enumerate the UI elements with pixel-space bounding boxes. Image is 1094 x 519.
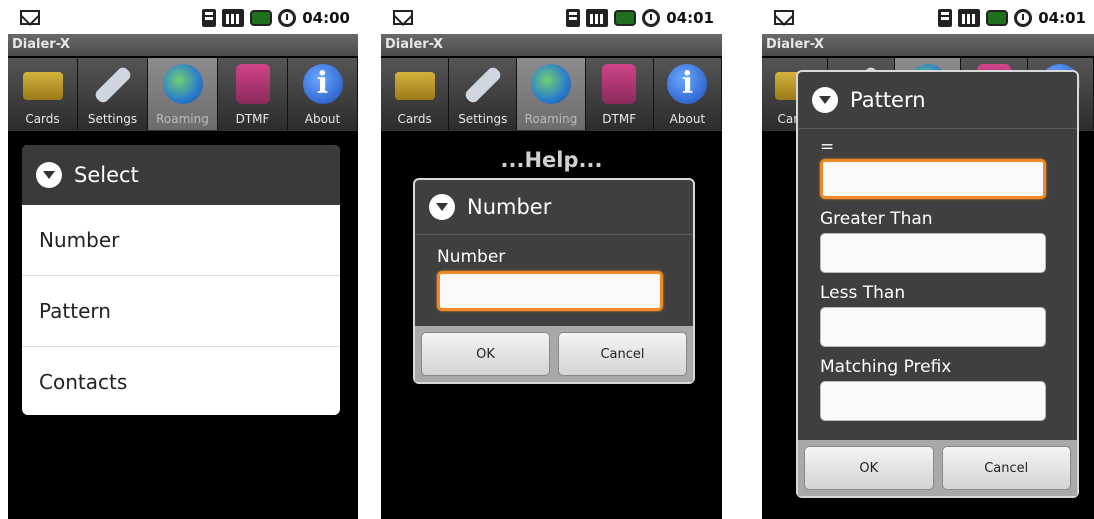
cancel-button[interactable]: Cancel [558,332,687,376]
cancel-button[interactable]: Cancel [941,446,1071,490]
clock: 04:00 [302,9,350,27]
dropdown-icon [36,162,62,188]
dialog-title: Number [467,195,552,219]
button-bar: OK Cancel [415,326,693,382]
greater-than-input[interactable] [820,233,1046,273]
dialog-title: Pattern [850,88,926,112]
globe-icon [531,64,571,104]
pattern-dialog: Pattern = Greater Than Less Than Matchin… [796,70,1079,498]
number-input[interactable] [437,271,663,311]
alarm-icon [642,9,661,27]
phone-screen-number: 04:01 Dialer-X Cards Settings Roaming DT… [381,0,722,519]
status-bar: 04:01 [381,0,722,34]
button-bar: OK Cancel [798,440,1077,496]
music-note-icon [235,64,270,104]
app-title: Dialer-X [8,34,358,56]
clock: 04:01 [666,9,714,27]
matching-prefix-input[interactable] [820,381,1046,421]
tab-bar: Cards Settings Roaming DTMF iAbout [8,58,358,131]
cell-bars-icon [222,9,245,27]
signal-icon [938,9,953,27]
gmail-icon [774,10,794,25]
tab-settings[interactable]: Settings [78,58,148,130]
equals-input[interactable] [820,159,1046,199]
tab-settings[interactable]: Settings [449,58,518,130]
option-contacts[interactable]: Contacts [22,347,340,415]
signal-icon [566,9,581,27]
info-icon: i [302,64,343,104]
field-label-less-than: Less Than [820,283,906,303]
battery-icon [250,10,273,26]
dropdown-icon [429,194,455,220]
battery-icon [986,10,1009,26]
option-pattern[interactable]: Pattern [22,276,340,347]
tab-bar: Cards Settings Roaming DTMF iAbout [381,58,722,131]
field-label-matching-prefix: Matching Prefix [820,357,952,377]
app-title: Dialer-X [762,34,1094,56]
tab-cards[interactable]: Cards [8,58,78,130]
number-dialog: Number Number OK Cancel [413,178,695,384]
battery-icon [614,10,637,26]
dialog-header: Pattern [798,72,1077,129]
phone-screen-select: 04:00 Dialer-X Cards Settings Roaming DT… [8,0,358,519]
dialog-header: Number [415,180,693,235]
tab-dtmf[interactable]: DTMF [218,58,288,130]
app-title: Dialer-X [381,34,722,56]
wrench-icon [462,65,503,105]
cell-bars-icon [586,9,609,27]
alarm-icon [1014,9,1033,27]
signal-icon [202,9,217,27]
wrench-icon [92,65,133,105]
field-label: Number [437,247,506,267]
clock: 04:01 [1038,9,1086,27]
field-label-greater-than: Greater Than [820,209,933,229]
cell-bars-icon [958,9,981,27]
tab-cards[interactable]: Cards [381,58,450,130]
field-label-equals: = [820,137,835,157]
ok-button[interactable]: OK [804,446,934,490]
select-dialog: Select Number Pattern Contacts [22,145,340,415]
option-number[interactable]: Number [22,205,340,276]
cards-icon [394,72,435,100]
cards-icon [22,72,63,100]
dialog-header: Select [22,145,340,205]
tab-about[interactable]: iAbout [288,58,358,130]
globe-icon [162,64,203,104]
help-text: ...Help... [500,148,603,172]
tab-roaming[interactable]: Roaming [517,58,586,130]
gmail-icon [393,10,413,25]
alarm-icon [278,9,297,27]
gmail-icon [20,10,40,25]
dropdown-icon [812,87,838,113]
info-icon: i [667,64,708,104]
phone-screen-pattern: 04:01 Dialer-X Cards Settings Roaming DT… [762,0,1094,519]
status-bar: 04:00 [8,0,358,34]
tab-dtmf[interactable]: DTMF [585,58,654,130]
music-note-icon [602,64,637,104]
dialog-title: Select [74,163,139,187]
less-than-input[interactable] [820,307,1046,347]
ok-button[interactable]: OK [421,332,550,376]
tab-about[interactable]: iAbout [653,58,722,130]
tab-roaming[interactable]: Roaming [148,58,218,130]
status-bar: 04:01 [762,0,1094,34]
